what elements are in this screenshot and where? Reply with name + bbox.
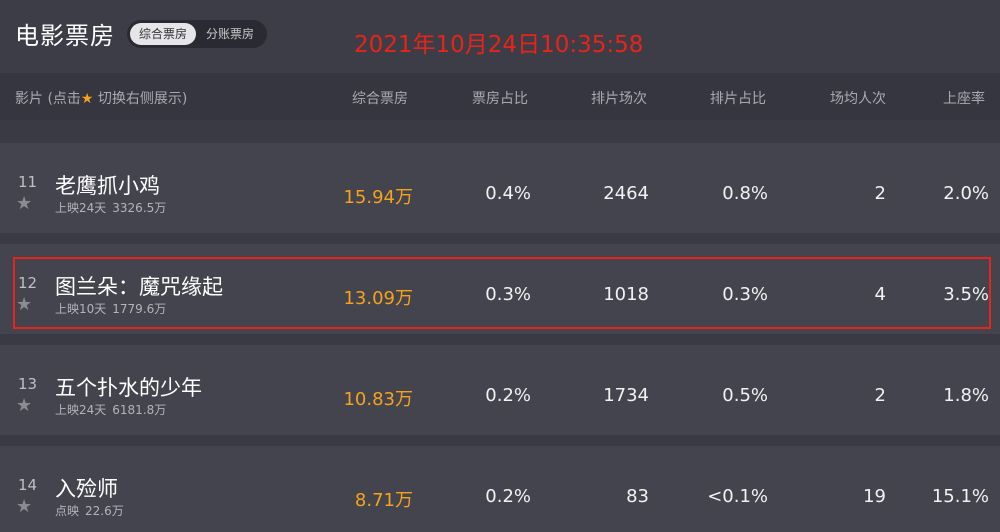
highlight-annotation-box xyxy=(13,257,991,329)
rank-number: 14 xyxy=(18,476,38,494)
star-icon: ★ xyxy=(80,91,94,107)
app-title: 电影票房 xyxy=(15,22,115,50)
favorite-star-icon[interactable]: ★ xyxy=(16,498,32,516)
box-office-type-toggle[interactable]: 综合票房 分账票房 xyxy=(127,20,267,48)
avg-attendance-value: 19 xyxy=(863,486,886,507)
table-row[interactable]: 14 ★ 入殓师 点映 22.6万 8.71万 0.2% 83 <0.1% 19 … xyxy=(0,446,1000,532)
screening-share-value: <0.1% xyxy=(707,486,768,507)
movie-subinfo: 上映24天 6181.8万 xyxy=(55,401,166,418)
movie-title: 五个扑水的少年 xyxy=(55,376,202,400)
header-film-prefix: 影片 (点击 xyxy=(15,91,81,107)
box-share-value: 0.2% xyxy=(485,385,531,406)
total-box-office: 3326.5万 xyxy=(112,201,167,215)
total-box-office: 6181.8万 xyxy=(112,403,167,417)
header-box-office[interactable]: 综合票房 xyxy=(352,88,408,108)
screenings-value: 1734 xyxy=(603,385,649,406)
screening-share-value: 0.8% xyxy=(722,183,768,204)
box-office-value: 15.94万 xyxy=(343,187,413,208)
box-share-value: 0.2% xyxy=(485,486,531,507)
timestamp-overlay: 2021年10月24日10:35:58 xyxy=(354,32,644,58)
header-occupancy[interactable]: 上座率 xyxy=(943,88,985,108)
favorite-star-icon[interactable]: ★ xyxy=(16,397,32,415)
screening-share-value: 0.5% xyxy=(722,385,768,406)
avg-attendance-value: 2 xyxy=(874,183,886,204)
header-box-share[interactable]: 票房占比 xyxy=(472,88,528,108)
avg-attendance-value: 2 xyxy=(874,385,886,406)
movie-title: 入殓师 xyxy=(55,477,118,501)
header-avg-attendance[interactable]: 场均人次 xyxy=(830,88,886,108)
favorite-star-icon[interactable]: ★ xyxy=(16,195,32,213)
box-office-value: 10.83万 xyxy=(343,389,413,410)
screenings-value: 2464 xyxy=(603,183,649,204)
release-days: 上映24天 xyxy=(55,403,107,417)
header-screenings[interactable]: 排片场次 xyxy=(591,88,647,108)
occupancy-value: 15.1% xyxy=(931,486,989,507)
toggle-split-box-office[interactable]: 分账票房 xyxy=(197,23,263,45)
movie-subinfo: 上映24天 3326.5万 xyxy=(55,199,166,216)
movie-subinfo: 点映 22.6万 xyxy=(55,502,124,519)
occupancy-value: 2.0% xyxy=(943,183,989,204)
box-office-value: 8.71万 xyxy=(354,490,413,511)
header-film-suffix: 切换右侧展示) xyxy=(93,91,188,107)
table-row[interactable]: 13 ★ 五个扑水的少年 上映24天 6181.8万 10.83万 0.2% 17… xyxy=(0,345,1000,435)
release-days: 点映 xyxy=(55,504,80,518)
toggle-combined-box-office[interactable]: 综合票房 xyxy=(130,23,196,45)
rank-number: 11 xyxy=(18,173,38,191)
top-bar: 电影票房 综合票房 分账票房 2021年10月24日10:35:58 xyxy=(0,0,1000,73)
release-days: 上映24天 xyxy=(55,201,107,215)
screenings-value: 83 xyxy=(626,486,649,507)
movie-title: 老鹰抓小鸡 xyxy=(55,174,160,198)
box-share-value: 0.4% xyxy=(485,183,531,204)
header-screening-share[interactable]: 排片占比 xyxy=(710,88,766,108)
header-film[interactable]: 影片 (点击★ 切换右侧展示) xyxy=(15,88,187,108)
rank-number: 13 xyxy=(18,375,38,393)
total-box-office: 22.6万 xyxy=(85,504,124,518)
table-header: 影片 (点击★ 切换右侧展示) 综合票房 票房占比 排片场次 排片占比 场均人次… xyxy=(0,73,1000,120)
occupancy-value: 1.8% xyxy=(943,385,989,406)
table-row[interactable]: 11 ★ 老鹰抓小鸡 上映24天 3326.5万 15.94万 0.4% 2464… xyxy=(0,143,1000,233)
